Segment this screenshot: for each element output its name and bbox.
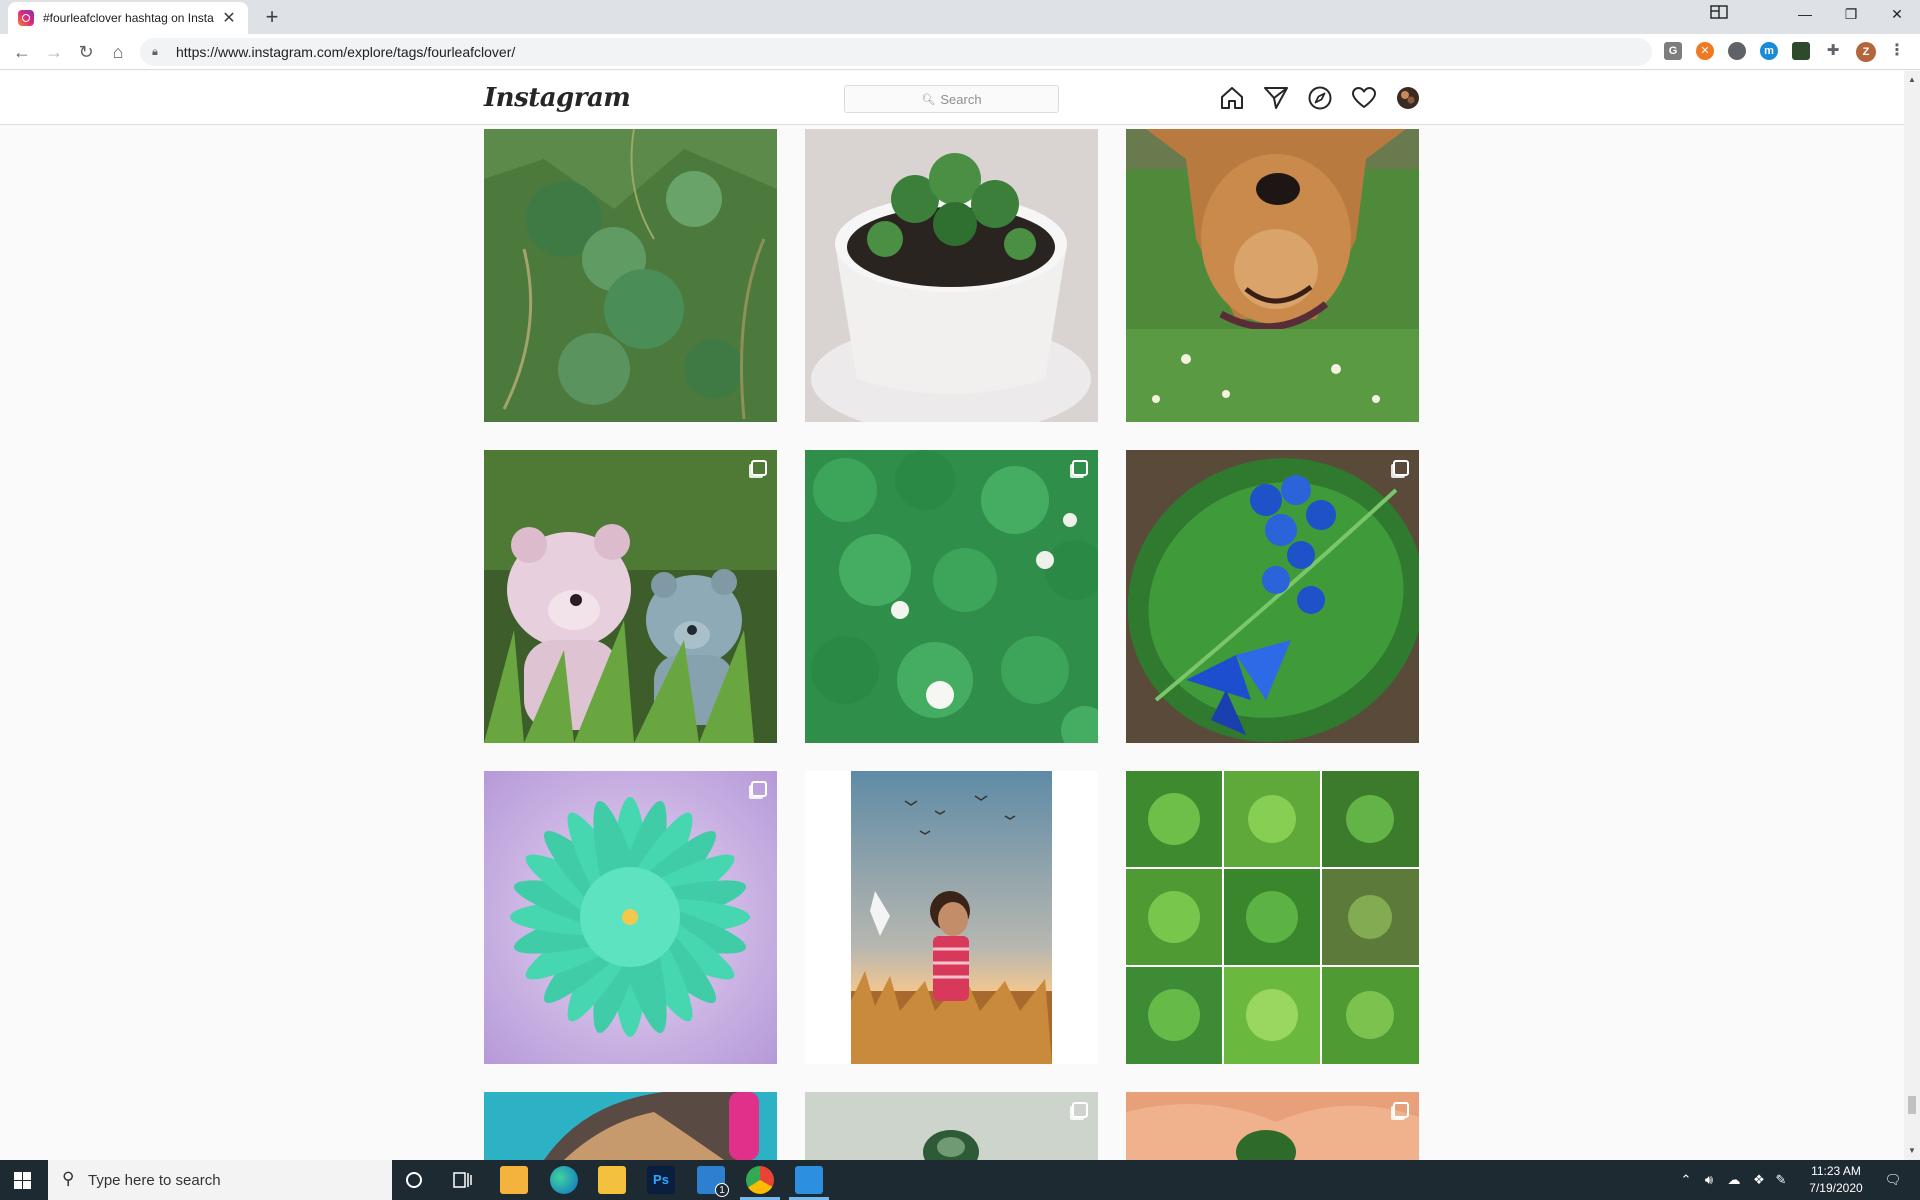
back-arrow-icon[interactable]: ← — [8, 38, 36, 66]
chrome-taskbar-icon[interactable] — [746, 1166, 774, 1194]
forward-arrow-icon[interactable]: → — [40, 38, 68, 66]
microsoft-store-icon[interactable] — [500, 1166, 528, 1194]
extension-photo-icon[interactable] — [1792, 42, 1810, 60]
instagram-header: Instagram 🔍︎ Search — [0, 71, 1904, 125]
volume-icon[interactable]: 🔊︎ — [1698, 1160, 1720, 1200]
post-blue-flowers-leaf[interactable] — [1126, 450, 1419, 743]
post-hair-pink[interactable] — [484, 1092, 777, 1160]
post-image — [1126, 450, 1419, 743]
restore-icon[interactable]: ❐ — [1828, 0, 1874, 30]
app-taskbar-icon[interactable] — [795, 1166, 823, 1194]
address-bar[interactable]: 🔒︎ https://www.instagram.com/explore/tag… — [140, 38, 1652, 66]
scroll-up-arrow-icon[interactable]: ▲ — [1908, 75, 1916, 84]
taskbar-clock[interactable]: 11:23 AM 7/19/2020 — [1786, 1163, 1886, 1197]
browser-menu-icon[interactable]: ⋮ — [1888, 42, 1906, 60]
windows-taskbar: ⚲ Type here to search Ps 1 ⌃ 🔊︎ ☁ ❖ ✎ 11… — [0, 1160, 1920, 1200]
post-image — [484, 771, 777, 1064]
post-child-in-field[interactable] — [805, 771, 1098, 1064]
post-teddy-bears[interactable] — [484, 450, 777, 743]
clock-date: 7/19/2020 — [1809, 1181, 1863, 1195]
multiple-photos-icon — [1072, 460, 1088, 476]
extensions-puzzle-icon[interactable]: ✚ — [1824, 42, 1842, 60]
post-image — [1126, 1092, 1419, 1160]
minimize-icon[interactable]: — — [1782, 0, 1828, 30]
post-clover-leaves[interactable] — [484, 129, 777, 422]
new-tab-button[interactable]: + — [258, 4, 286, 32]
taskbar-search-placeholder: Type here to search — [88, 1171, 221, 1189]
windows-start-icon[interactable] — [14, 1172, 31, 1189]
taskbar-search-input[interactable]: ⚲ Type here to search — [48, 1160, 392, 1200]
dropbox-icon[interactable]: ❖ — [1748, 1160, 1770, 1200]
photoshop-icon[interactable]: Ps — [647, 1166, 675, 1194]
home-icon[interactable]: ⌂ — [104, 38, 132, 66]
tab-close-icon[interactable]: ✕ — [220, 8, 238, 28]
multiple-photos-icon — [1072, 1102, 1088, 1118]
search-icon: 🔍︎ — [921, 93, 936, 106]
post-image — [484, 1092, 777, 1160]
edge-browser-icon[interactable] — [550, 1166, 578, 1194]
explore-compass-icon[interactable] — [1306, 84, 1334, 112]
search-input[interactable]: 🔍︎ Search — [844, 85, 1059, 113]
post-image — [805, 450, 1098, 743]
post-dog-in-grass[interactable] — [1126, 129, 1419, 422]
profile-avatar[interactable]: Z — [1856, 42, 1876, 62]
scroll-down-arrow-icon[interactable]: ▼ — [1908, 1146, 1916, 1155]
post-image — [484, 129, 777, 422]
multiple-photos-icon — [751, 460, 767, 476]
activity-heart-icon[interactable] — [1350, 84, 1378, 112]
extension-orange-icon[interactable]: ✕ — [1696, 42, 1714, 60]
mail-badge: 1 — [715, 1183, 729, 1197]
extension-g-icon[interactable]: G — [1664, 42, 1682, 60]
extension-blue-icon[interactable]: m — [1760, 42, 1778, 60]
search-placeholder: Search — [940, 91, 982, 107]
post-potted-clover[interactable] — [805, 129, 1098, 422]
task-view-icon[interactable] — [453, 1171, 473, 1189]
scrollbar-thumb[interactable] — [1908, 1096, 1916, 1114]
reload-icon[interactable]: ↻ — [72, 38, 100, 66]
post-clover-field[interactable] — [805, 450, 1098, 743]
post-image — [851, 771, 1052, 1064]
multiple-photos-icon — [751, 781, 767, 797]
browser-tab[interactable]: #fourleafclover hashtag on Insta ✕ — [8, 2, 248, 34]
multiple-photos-icon — [1393, 460, 1409, 476]
post-image — [805, 1092, 1098, 1160]
instagram-favicon-icon — [18, 10, 34, 26]
search-icon: ⚲ — [62, 1169, 75, 1188]
home-icon[interactable] — [1218, 84, 1246, 112]
lock-icon: 🔒︎ — [152, 45, 158, 58]
post-image — [805, 129, 1098, 422]
page-scrollbar[interactable]: ▲ ▼ — [1904, 71, 1920, 1160]
file-explorer-icon[interactable] — [598, 1166, 626, 1194]
post-image — [1126, 771, 1419, 1064]
browser-toolbar: ← → ↻ ⌂ 🔒︎ https://www.instagram.com/exp… — [0, 34, 1920, 70]
post-image — [484, 450, 777, 743]
profile-avatar-icon[interactable] — [1394, 84, 1422, 112]
instagram-logo[interactable]: Instagram — [484, 83, 631, 113]
extension-circle-icon[interactable] — [1728, 42, 1746, 60]
direct-message-icon[interactable] — [1262, 84, 1290, 112]
post-clover-in-hand[interactable] — [1126, 1092, 1419, 1160]
tray-chevron-up-icon[interactable]: ⌃ — [1676, 1160, 1696, 1200]
post-glass-object[interactable] — [805, 1092, 1098, 1160]
tab-search-icon[interactable] — [1696, 0, 1742, 30]
close-window-icon[interactable]: ✕ — [1874, 0, 1920, 30]
multiple-photos-icon — [1393, 1102, 1409, 1118]
browser-tab-strip: #fourleafclover hashtag on Insta ✕ + — ❐… — [0, 0, 1920, 34]
mail-icon[interactable]: 1 — [697, 1166, 729, 1197]
post-image — [1126, 129, 1419, 422]
post-teal-flower[interactable] — [484, 771, 777, 1064]
clock-time: 11:23 AM — [1811, 1164, 1861, 1178]
notifications-icon[interactable]: 🗨︎ — [1876, 1160, 1910, 1200]
post-clover-collage[interactable] — [1126, 771, 1419, 1064]
tab-title: #fourleafclover hashtag on Insta — [43, 11, 214, 25]
onedrive-cloud-icon[interactable]: ☁ — [1722, 1160, 1746, 1200]
url-text: https://www.instagram.com/explore/tags/f… — [176, 44, 516, 60]
cortana-icon[interactable] — [405, 1171, 423, 1189]
